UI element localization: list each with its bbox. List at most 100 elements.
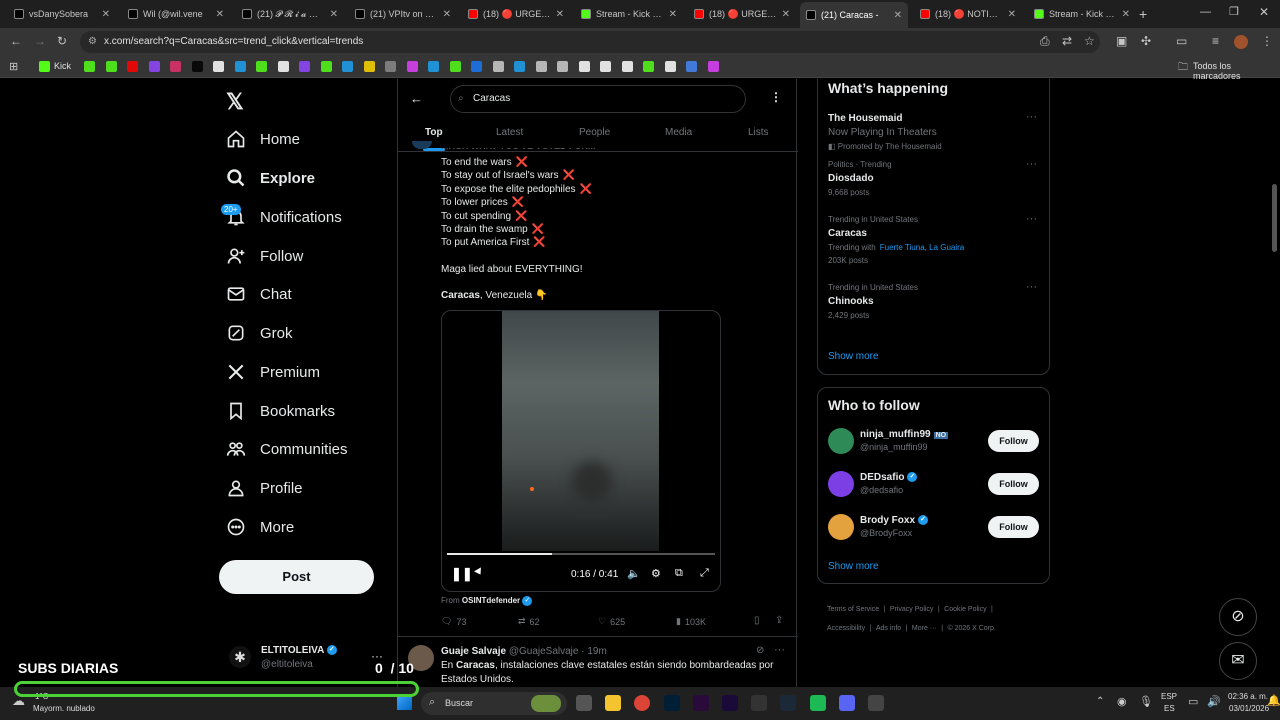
grok-explain-icon[interactable]: ⊘ (756, 645, 764, 656)
close-tab-icon[interactable]: ✕ (1122, 9, 1130, 20)
nav-chat[interactable]: Chat (226, 279, 292, 309)
x-logo-icon[interactable]: 𝕏 (226, 89, 244, 115)
suggested-user-name[interactable]: ninja_muffin99 NO (860, 429, 949, 440)
suggested-user-name[interactable]: Brody Foxx ✓ (860, 515, 929, 526)
trend-item[interactable]: Trending in United States Chinooks 2,429 p… (828, 283, 918, 320)
maximize-icon[interactable]: ❐ (1229, 5, 1239, 18)
back-icon[interactable]: ← (10, 34, 22, 48)
footer-link[interactable]: Terms of Service (827, 606, 879, 613)
source-account-link[interactable]: OSINTdefender (462, 596, 520, 605)
video-frame[interactable] (502, 311, 659, 551)
browser-tab[interactable]: Stream - Kick Dash ✕ (1028, 3, 1136, 25)
volume-icon[interactable]: 🔈 (627, 567, 641, 580)
media-controls-icon[interactable]: ≡ (1212, 34, 1219, 48)
bookmark-favicon-icon[interactable] (299, 61, 310, 72)
discord-icon[interactable] (838, 695, 855, 711)
bookmark-favicon-icon[interactable] (449, 61, 461, 72)
premiere-icon[interactable] (692, 695, 709, 711)
like-button[interactable]: ♡ 625 (598, 616, 625, 627)
bookmark-favicon-icon[interactable] (234, 61, 246, 72)
tab-latest[interactable]: Latest (496, 127, 523, 138)
avatar[interactable] (828, 514, 854, 540)
page-scrollbar[interactable] (1272, 184, 1277, 252)
minimize-icon[interactable]: — (1200, 6, 1211, 18)
footer-link[interactable]: Accessibility (827, 625, 865, 632)
trend-more-icon[interactable]: ··· (1026, 213, 1037, 225)
network-icon[interactable]: ▭ (1188, 695, 1198, 708)
nav-premium[interactable]: Premium (226, 357, 320, 387)
close-tab-icon[interactable]: ✕ (216, 9, 224, 20)
obs-icon[interactable] (868, 695, 884, 711)
browser-tab[interactable]: (21) VPItv on X: "A ✕ (349, 3, 457, 25)
tab-media[interactable]: Media (665, 127, 692, 138)
repost-button[interactable]: ⇄ 62 (518, 616, 540, 627)
back-arrow-icon[interactable]: ← (410, 91, 423, 106)
microphone-icon[interactable]: 🎙 (1139, 695, 1153, 708)
bookmark-favicon-icon[interactable] (471, 61, 482, 72)
bookmark-favicon-icon[interactable] (320, 61, 332, 72)
bookmark-favicon-icon[interactable] (428, 61, 439, 72)
grok-floating-icon[interactable]: ⊘ (1219, 598, 1257, 636)
messages-floating-icon[interactable]: ✉ (1219, 642, 1257, 680)
spotify-icon[interactable] (809, 695, 826, 711)
bookmark-favicon-icon[interactable] (385, 61, 396, 72)
profile-avatar[interactable] (1234, 35, 1248, 49)
close-tab-icon[interactable]: ✕ (1008, 9, 1016, 20)
pip-icon[interactable]: ⧉ (675, 567, 683, 580)
views-button[interactable]: ▮ 103K (676, 616, 706, 627)
settings-gear-icon[interactable]: ⚙ (651, 567, 661, 580)
new-tab-icon[interactable]: + (1139, 6, 1147, 22)
close-tab-icon[interactable]: ✕ (894, 10, 902, 21)
clock-date[interactable]: 03/01/2026 (1229, 704, 1269, 713)
bookmark-favicon-icon[interactable] (557, 61, 568, 72)
video-progress-track[interactable] (447, 553, 715, 555)
bookmark-favicon-icon[interactable] (256, 61, 267, 72)
suggested-user-handle[interactable]: @dedsafio (860, 485, 903, 495)
close-tab-icon[interactable]: ✕ (669, 9, 677, 20)
folder-icon[interactable] (605, 695, 622, 711)
bookmark-favicon-icon[interactable] (277, 61, 289, 72)
bookmark-kick-label[interactable]: Kick (54, 61, 71, 71)
browser-tab[interactable]: Wil (@wil.vene ✕ (122, 3, 230, 25)
nav-explore[interactable]: Explore (226, 163, 315, 193)
footer-link[interactable]: Ads info (876, 625, 901, 632)
photoshop-icon[interactable] (663, 695, 680, 711)
nav-communities[interactable]: Communities (226, 434, 348, 464)
bookmark-favicon-icon[interactable] (342, 61, 353, 72)
follow-show-more[interactable]: Show more (828, 561, 879, 572)
trend-with-links[interactable]: Fuerte Tiuna, La Guaira (880, 243, 965, 252)
promoted-trend[interactable]: The Housemaid Now Playing In Theaters ◧ … (828, 113, 942, 151)
trend-more-icon[interactable]: ··· (1026, 281, 1037, 293)
after-effects-icon[interactable] (722, 695, 738, 711)
bookmark-favicon-icon[interactable] (105, 61, 117, 72)
puzzle-icon[interactable]: ✣ (1141, 34, 1151, 48)
suggested-user-handle[interactable]: @BrodyFoxx (860, 528, 912, 538)
suggested-user-name[interactable]: DEDsafio ✓ (860, 472, 918, 483)
nav-bookmarks[interactable]: Bookmarks (226, 396, 335, 426)
account-avatar[interactable]: ✱ (229, 646, 251, 668)
footer-link[interactable]: More ··· (912, 625, 937, 632)
next-tweet-name[interactable]: Guaje Salvaje (441, 646, 506, 657)
browser-tab[interactable]: (21) Caracas - ✕ (800, 2, 908, 28)
footer-link[interactable]: Privacy Policy (890, 606, 934, 613)
bookmark-star-icon[interactable]: ☆ (1084, 34, 1095, 48)
footer-link[interactable]: Cookie Policy (944, 606, 986, 613)
menu-dots-icon[interactable]: ⋮ (1261, 34, 1273, 48)
post-button[interactable]: Post (219, 560, 374, 594)
bookmark-favicon-icon[interactable] (600, 61, 611, 72)
close-tab-icon[interactable]: ✕ (556, 9, 564, 20)
search-options-icon[interactable]: ⋮ (770, 90, 782, 104)
close-window-icon[interactable]: ✕ (1259, 5, 1269, 19)
bookmark-favicon-icon[interactable] (213, 61, 224, 72)
file-explorer-icon[interactable] (576, 695, 592, 711)
tweet-more-icon[interactable]: ··· (774, 644, 785, 656)
tweet-location-bold[interactable]: Caracas (441, 290, 480, 301)
browser-tab[interactable]: (18) 🔴 URGENTE ✕ (462, 3, 570, 25)
close-tab-icon[interactable]: ✕ (782, 9, 790, 20)
all-bookmarks-label[interactable]: Todos los marcadores (1193, 61, 1280, 81)
tray-app-icon[interactable]: ◉ (1117, 695, 1127, 708)
bookmark-favicon-icon[interactable] (148, 61, 160, 72)
bookmark-favicon-icon[interactable] (578, 61, 590, 72)
trend-item[interactable]: Trending in United States Caracas Trending… (828, 215, 964, 265)
follow-button[interactable]: Follow (988, 516, 1039, 538)
